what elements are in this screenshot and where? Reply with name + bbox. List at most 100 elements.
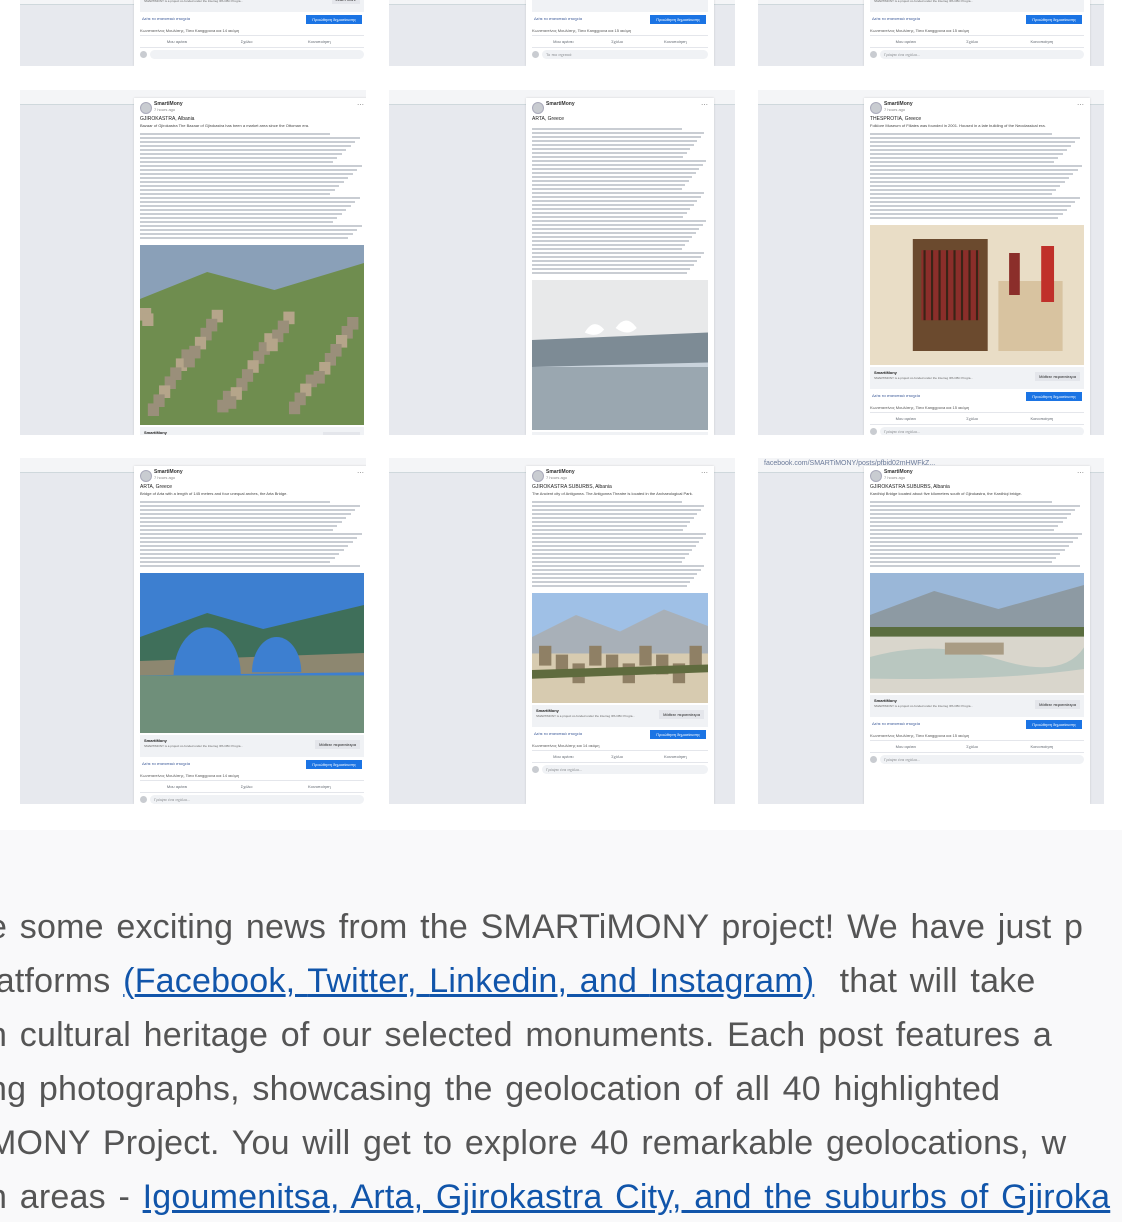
post-author[interactable]: SmartiMony xyxy=(546,101,575,107)
reaction-names[interactable]: Κωνσταντίνος Μουλάτης, Τάτα Kanggpova κα… xyxy=(140,773,239,778)
more-options-icon[interactable]: ⋯ xyxy=(1077,469,1084,477)
share-button[interactable]: Κοινοποίηση xyxy=(664,39,687,44)
reactions-row: Κωνσταντίνος Μουλάτης, Τάτα Kanggpova κα… xyxy=(870,403,1084,412)
article-line: ng photographs, showcasing the geolocati… xyxy=(0,1062,1122,1116)
reaction-names[interactable]: Κωνσταντίνος Μουλάτης, Τάτα Kanggpova κα… xyxy=(532,28,631,33)
boost-post-button[interactable]: Προώθηση δημοσίευσης xyxy=(306,760,362,769)
comment-button[interactable]: Σχόλιο xyxy=(966,39,978,44)
learn-more-button[interactable]: Κάντε κλικ τώρα xyxy=(323,432,360,435)
view-insights-link[interactable]: Δείτε τα στατιστικά στοιχεία xyxy=(872,721,920,726)
social-links[interactable]: (Facebook, Twitter, Linkedin, and Instag… xyxy=(123,962,814,1000)
text-line xyxy=(140,541,353,543)
like-button[interactable]: Μου αρέσει xyxy=(167,784,187,789)
article-line: latforms (Facebook, Twitter, Linkedin, a… xyxy=(0,954,1122,1008)
text-line xyxy=(870,173,1074,175)
text-line xyxy=(532,196,701,198)
view-insights-link[interactable]: Δείτε τα στατιστικά στοιχεία xyxy=(142,761,190,766)
view-insights-link[interactable]: Δείτε τα στατιστικά στοιχεία xyxy=(872,16,920,21)
link-preview[interactable]: SmartiMonySMARTiMONY is a project co-fun… xyxy=(532,705,708,727)
avatar[interactable] xyxy=(140,470,152,482)
boost-post-button[interactable]: Προώθηση δημοσίευσης xyxy=(650,730,706,739)
post-header: SmartiMony 7 hours ago ⋯ xyxy=(864,98,1090,116)
view-insights-link[interactable]: Δείτε τα στατιστικά στοιχεία xyxy=(872,393,920,398)
more-options-icon[interactable]: ⋯ xyxy=(357,101,364,109)
linkedin-link[interactable]: Linkedin xyxy=(429,962,557,1000)
learn-more-button[interactable]: Μάθετε περισσότερα xyxy=(659,710,704,719)
like-button[interactable]: Μου αρέσει xyxy=(896,416,916,421)
link-preview[interactable]: SmartiMonySMARTiMONY is a project co-fun… xyxy=(140,427,364,435)
like-button[interactable]: Μου αρέσει xyxy=(553,754,573,759)
comment-button[interactable]: Σχόλιο xyxy=(611,754,623,759)
comment-button[interactable]: Σχόλιο xyxy=(611,39,623,44)
learn-more-button[interactable]: Μάθετε περισσότερα xyxy=(315,740,360,749)
share-button[interactable]: Κοινοποίηση xyxy=(1031,416,1054,421)
more-options-icon[interactable]: ⋯ xyxy=(357,469,364,477)
link-preview[interactable] xyxy=(532,0,708,12)
avatar[interactable] xyxy=(140,102,152,114)
like-button[interactable]: Μου αρέσει xyxy=(896,744,916,749)
text-line xyxy=(140,525,338,527)
twitter-link[interactable]: Twitter xyxy=(307,962,407,1000)
places-link[interactable]: Igoumenitsa, Arta, Gjirokastra City, and… xyxy=(143,1178,1111,1216)
text-line xyxy=(532,537,703,539)
comment-button[interactable]: Σχόλιο xyxy=(966,416,978,421)
text-line xyxy=(140,153,342,155)
view-insights-link[interactable]: Δείτε τα στατιστικά στοιχεία xyxy=(534,731,582,736)
link-preview[interactable]: SmartiMonySMARTiMONY is a project co-fun… xyxy=(140,0,364,12)
more-options-icon[interactable]: ⋯ xyxy=(1077,101,1084,109)
avatar[interactable] xyxy=(532,102,544,114)
boost-post-button[interactable]: Προώθηση δημοσίευσης xyxy=(650,15,706,24)
like-button[interactable]: Μου αρέσει xyxy=(167,39,187,44)
like-button[interactable]: Μου αρέσει xyxy=(553,39,573,44)
text-line xyxy=(532,529,684,531)
comment-button[interactable]: Σχόλιο xyxy=(966,744,978,749)
share-button[interactable]: Κοινοποίηση xyxy=(308,39,331,44)
reaction-names[interactable]: Κωνσταντίνος Μουλάτης, Τάτα Kanggpova κα… xyxy=(140,28,239,33)
article-text: h cultural heritage of our selected monu… xyxy=(0,1016,1052,1054)
share-button[interactable]: Κοινοποίηση xyxy=(664,754,687,759)
share-button[interactable]: Κοινοποίηση xyxy=(1031,39,1054,44)
reaction-names[interactable]: Κωνσταντίνος Μουλάτης, Τάτα Kanggpova κα… xyxy=(870,405,969,410)
boost-post-button[interactable]: Προώθηση δημοσίευσης xyxy=(1026,392,1082,401)
link-preview[interactable]: SMARTiMONY is a project co-funded under … xyxy=(870,0,1084,12)
facebook-link[interactable]: Facebook xyxy=(135,962,286,1000)
text-line xyxy=(870,197,1080,199)
avatar[interactable] xyxy=(870,470,882,482)
view-insights-link[interactable]: Δείτε τα στατιστικά στοιχεία xyxy=(534,16,582,21)
article-text: e some exciting news from the SMARTiMONY… xyxy=(0,908,1084,946)
comment-button[interactable]: Σχόλιο xyxy=(241,39,253,44)
learn-more-button[interactable]: Μάθετε περισσότερα xyxy=(1035,700,1080,709)
comment-field[interactable] xyxy=(150,50,364,59)
avatar[interactable] xyxy=(532,470,544,482)
avatar[interactable] xyxy=(870,102,882,114)
learn-more-button[interactable]: Μάθετε περισσότερα xyxy=(1035,372,1080,381)
link-preview[interactable]: SmartiMonySMARTiMONY is a project co-fun… xyxy=(870,367,1084,389)
comment-button[interactable]: Σχόλιο xyxy=(241,784,253,789)
more-options-icon[interactable]: ⋯ xyxy=(701,469,708,477)
post-actions: Μου αρέσει Σχόλιο Κοινοποίηση xyxy=(140,35,364,48)
share-button[interactable]: Κοινοποίηση xyxy=(1031,744,1054,749)
instagram-link[interactable]: Instagram xyxy=(650,962,803,1000)
text-line xyxy=(870,161,1055,163)
link-preview[interactable]: SmartiMonyLearn more xyxy=(532,432,708,435)
share-button[interactable]: Κοινοποίηση xyxy=(308,784,331,789)
boost-post-button[interactable]: Προώθηση δημοσίευσης xyxy=(306,15,362,24)
screenshot-tile: SmartiMony 7 hours ago ⋯ THESPROTIA, Greece… xyxy=(758,90,1104,435)
more-options-icon[interactable]: ⋯ xyxy=(701,101,708,109)
text-line xyxy=(140,173,353,175)
comment-placeholder: Γράψτε ένα σχόλιο... xyxy=(154,797,191,802)
reaction-names[interactable]: Κωνσταντίνος Μουλάτης, Τάτα Kanggpova κα… xyxy=(870,733,969,738)
view-insights-link[interactable]: Δείτε τα στατιστικά στοιχεία xyxy=(142,16,190,21)
insights-row: Δείτε τα στατιστικά στοιχεία Προώθηση δημ… xyxy=(864,12,1090,26)
boost-post-button[interactable]: Προώθηση δημοσίευσης xyxy=(1026,720,1082,729)
post-text-lines xyxy=(134,129,366,243)
learn-more-button[interactable]: Learn more xyxy=(331,0,360,4)
link-preview[interactable]: SmartiMonySMARTiMONY is a project co-fun… xyxy=(870,695,1084,717)
text-line xyxy=(532,541,700,543)
comment-placeholder: Γράψτε ένα σχόλιο... xyxy=(884,429,921,434)
link-preview[interactable]: SmartiMonySMARTiMONY is a project co-fun… xyxy=(140,735,364,757)
like-button[interactable]: Μου αρέσει xyxy=(896,39,916,44)
reaction-names[interactable]: Κωνσταντίνος Μουλάτης και 14 ακόμη xyxy=(532,743,599,748)
reaction-names[interactable]: Κωνσταντίνος Μουλάτης, Τάτα Kanggpova κα… xyxy=(870,28,969,33)
boost-post-button[interactable]: Προώθηση δημοσίευσης xyxy=(1026,15,1082,24)
